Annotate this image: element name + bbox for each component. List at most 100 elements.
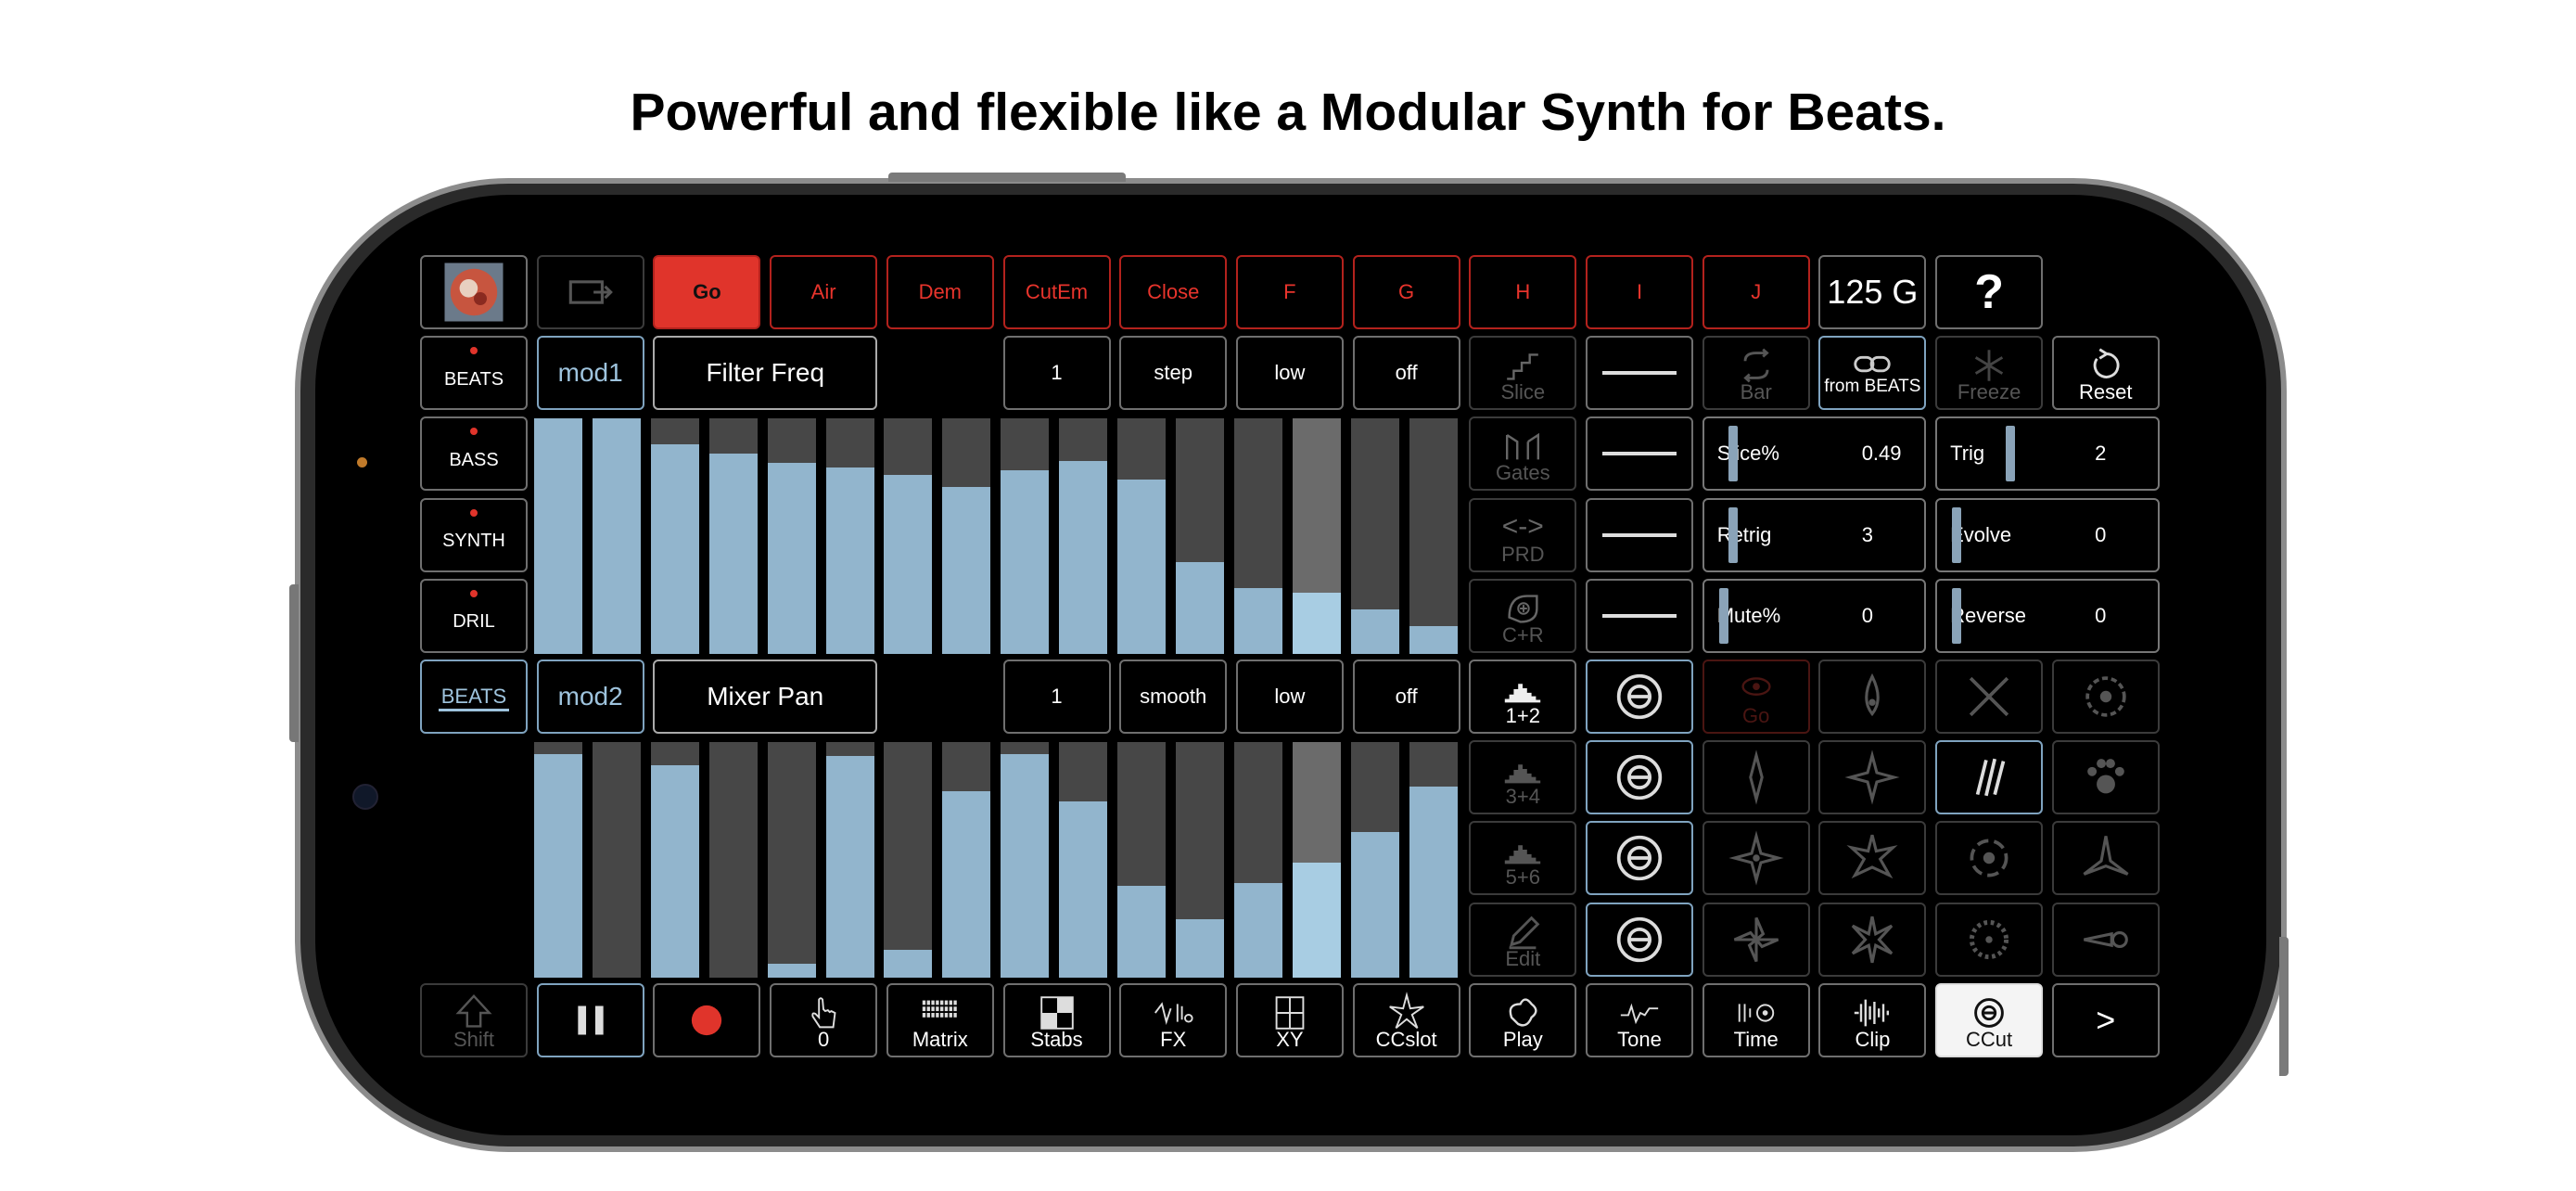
scene-button-go[interactable]: Go — [653, 255, 761, 329]
mod1-step-bar[interactable] — [1059, 418, 1108, 654]
help-button[interactable]: ? — [1935, 255, 2044, 329]
mod2-step-bar[interactable] — [884, 742, 933, 978]
mod1-step-bar[interactable] — [1117, 418, 1166, 654]
mod1-step-bar[interactable] — [1233, 418, 1282, 654]
album-art-button[interactable] — [420, 255, 528, 329]
pair-button-5-6[interactable]: 5+6 — [1469, 821, 1577, 896]
stabs-button[interactable]: Stabs — [1002, 982, 1111, 1057]
freeze-button[interactable]: Freeze — [1935, 336, 2044, 411]
teardrop-fx-button[interactable] — [1818, 660, 1927, 734]
mod1-step-bar[interactable] — [942, 418, 991, 654]
shift-button[interactable]: Shift — [420, 982, 528, 1057]
track-button-bass[interactable]: BASS — [420, 416, 528, 492]
param-slider[interactable] — [1952, 506, 1962, 563]
fx-button[interactable]: FX — [1119, 982, 1228, 1057]
mod2-step-bar[interactable] — [1409, 742, 1458, 978]
tool-prd-button[interactable]: <-> PRD — [1469, 497, 1577, 572]
mod1-step-bar[interactable] — [708, 418, 758, 654]
mod1-name[interactable]: mod1 — [536, 336, 644, 411]
mod1-step-bar[interactable] — [1292, 418, 1341, 654]
mod1-step-bar[interactable] — [767, 418, 816, 654]
mod1-step-bar[interactable] — [1350, 418, 1399, 654]
crossed-swords-button[interactable] — [1935, 660, 2044, 734]
param-trig-box[interactable]: Trig 2 — [1935, 416, 2160, 492]
param-evolve-box[interactable]: Evolve 0 — [1935, 497, 2160, 572]
mod1-step-bar[interactable] — [534, 418, 582, 654]
scene-button-i[interactable]: I — [1586, 255, 1693, 329]
scene-button-h[interactable]: H — [1469, 255, 1577, 329]
mod2-step-bar[interactable] — [1292, 742, 1341, 978]
pair-button-1-2[interactable]: 1+2 — [1469, 660, 1577, 734]
kunai-button[interactable] — [2051, 902, 2160, 977]
mod2-name[interactable]: mod2 — [536, 660, 644, 734]
level-line-button-4[interactable] — [1586, 578, 1693, 653]
mod2-step-bar[interactable] — [592, 742, 641, 978]
level-line-button-2[interactable] — [1586, 416, 1693, 492]
mod1-step-bar[interactable] — [1409, 418, 1458, 654]
mod1-step-bar[interactable] — [1175, 418, 1224, 654]
pause-button[interactable] — [536, 982, 644, 1057]
ccslot-button[interactable]: CCslot — [1352, 982, 1460, 1057]
mod2-step-bar[interactable] — [534, 742, 582, 978]
tristar-button[interactable] — [2051, 821, 2160, 896]
record-button[interactable] — [653, 982, 761, 1057]
tempo-display[interactable]: 125 G — [1818, 255, 1927, 329]
track-button-beats[interactable]: BEATS — [420, 336, 528, 411]
scene-button-cutem[interactable]: CutEm — [1002, 255, 1111, 329]
pair-button-3-4[interactable]: 3+4 — [1469, 740, 1577, 815]
shuriken-fx-button[interactable] — [1818, 740, 1927, 815]
selected-track-button[interactable]: BEATS — [420, 660, 528, 734]
gear-saw-button[interactable] — [1935, 902, 2044, 977]
param-retrig-box[interactable]: Retrig 3 — [1702, 497, 1927, 572]
pair-button-edit[interactable]: Edit — [1469, 902, 1577, 977]
mod2-step-bar[interactable] — [1117, 742, 1166, 978]
mod2-step-bar[interactable] — [650, 742, 699, 978]
pinwheel-button[interactable] — [1702, 902, 1810, 977]
star-fx-button[interactable] — [1702, 821, 1810, 896]
mod2-step-bar[interactable] — [1001, 742, 1050, 978]
tone-button[interactable]: Tone — [1586, 982, 1693, 1057]
param-mute-pct-box[interactable]: Mute% 0 — [1702, 578, 1927, 653]
mod2-step-bar[interactable] — [1233, 742, 1282, 978]
param-slider[interactable] — [1728, 506, 1738, 563]
scene-button-g[interactable]: G — [1352, 255, 1460, 329]
mod2-step-bar[interactable] — [825, 742, 874, 978]
level-line-button-3[interactable] — [1586, 497, 1693, 572]
loop-mode-button[interactable] — [536, 255, 644, 329]
mod2-rate-button[interactable]: low — [1235, 660, 1344, 734]
scene-button-j[interactable]: J — [1702, 255, 1810, 329]
modulator-slot-button-4[interactable] — [1586, 902, 1693, 977]
claw-marks-button[interactable] — [1935, 740, 2044, 815]
level-line-button-1[interactable] — [1586, 336, 1693, 411]
modulator-slot-button-1[interactable] — [1586, 660, 1693, 734]
from-beats-button[interactable]: from BEATS — [1818, 336, 1927, 411]
param-slider[interactable] — [2006, 426, 2016, 482]
go-eye-button[interactable]: Go — [1702, 660, 1810, 734]
touch-counter-button[interactable]: 0 — [770, 982, 878, 1057]
mod2-state-button[interactable]: off — [1352, 660, 1460, 734]
mod2-step-bar[interactable] — [708, 742, 758, 978]
mod2-step-bar[interactable] — [1175, 742, 1224, 978]
mod1-steps-button[interactable]: 1 — [1002, 336, 1111, 411]
clip-button[interactable]: Clip — [1818, 982, 1927, 1057]
reset-button[interactable]: Reset — [2051, 336, 2160, 411]
blade-fx-button[interactable] — [1702, 740, 1810, 815]
matrix-button[interactable]: Matrix — [886, 982, 994, 1057]
mod1-rate-button[interactable]: low — [1235, 336, 1344, 411]
mod1-step-bar[interactable] — [592, 418, 641, 654]
mod2-step-bar[interactable] — [1059, 742, 1108, 978]
modulator-slot-button-2[interactable] — [1586, 740, 1693, 815]
tool-cr-button[interactable]: C+R — [1469, 578, 1577, 653]
scene-button-f[interactable]: F — [1235, 255, 1344, 329]
param-slider[interactable] — [1728, 426, 1738, 482]
mod2-target-button[interactable]: Mixer Pan — [653, 660, 878, 734]
next-page-button[interactable]: > — [2051, 982, 2160, 1057]
spiky-star-button[interactable] — [1818, 821, 1927, 896]
time-button[interactable]: Time — [1702, 982, 1810, 1057]
mod2-step-bar[interactable] — [1350, 742, 1399, 978]
xy-button[interactable]: XY — [1235, 982, 1344, 1057]
play-button[interactable]: Play — [1469, 982, 1577, 1057]
mod1-step-bar[interactable] — [1001, 418, 1050, 654]
modulator-slot-button-3[interactable] — [1586, 821, 1693, 896]
mod1-step-bar[interactable] — [825, 418, 874, 654]
